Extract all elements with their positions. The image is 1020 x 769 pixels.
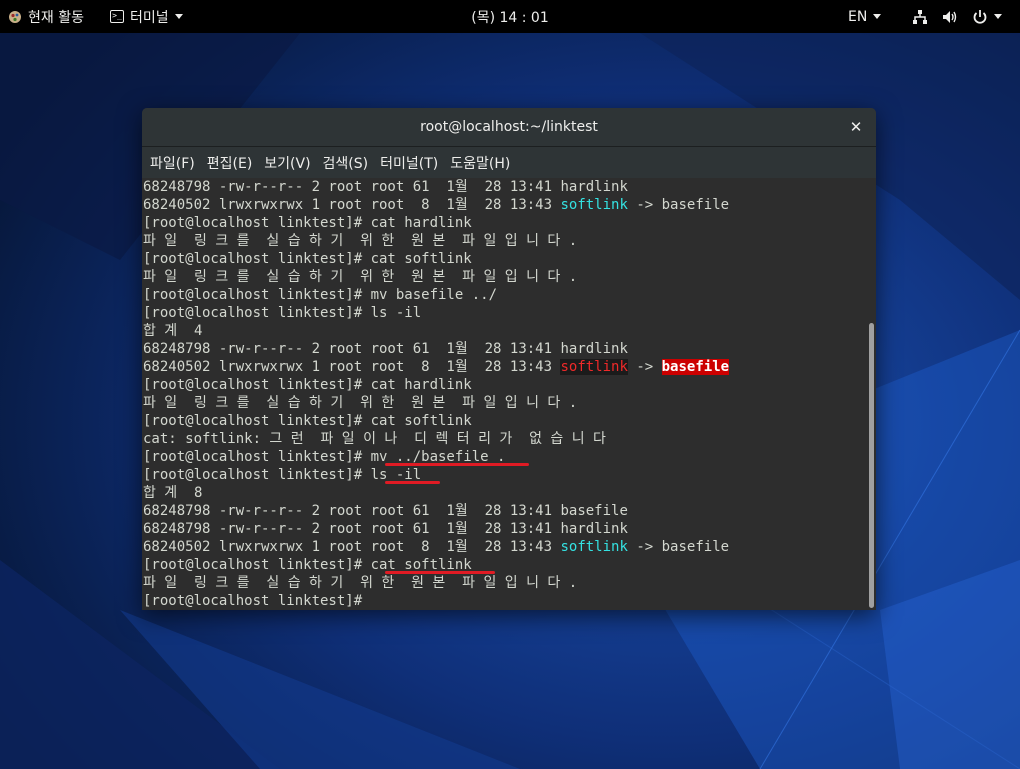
terminal-text: [root@localhost linktest]# mv basefile .… bbox=[143, 287, 498, 303]
terminal-line: 파 일 링 크 를 실 습 하 기 위 한 원 본 파 일 입 니 다 . bbox=[143, 232, 867, 250]
terminal-line: [root@localhost linktest]# bbox=[143, 592, 867, 610]
window-titlebar[interactable]: root@localhost:~/linktest ✕ bbox=[142, 108, 876, 147]
terminal-line: [root@localhost linktest]# cat softlink bbox=[143, 250, 867, 268]
terminal-line: [root@localhost linktest]# cat hardlink bbox=[143, 376, 867, 394]
activities-logo-icon bbox=[9, 10, 21, 23]
terminal-text: 합 계 4 bbox=[143, 323, 203, 339]
annotation-underline bbox=[385, 481, 440, 484]
app-menu-label: 터미널 bbox=[130, 9, 169, 26]
terminal-text: [root@localhost linktest]# bbox=[143, 593, 371, 609]
chevron-down-icon bbox=[994, 14, 1002, 19]
network-icon bbox=[913, 9, 927, 24]
terminal-text: [root@localhost linktest]# ls -il bbox=[143, 467, 422, 483]
menu-bar: 파일(F) 편집(E) 보기(V) 검색(S) 터미널(T) 도움말(H) bbox=[142, 147, 876, 179]
terminal-line: 68248798 -rw-r--r-- 2 root root 61 1월 28… bbox=[143, 178, 867, 196]
terminal-text: 파 일 링 크 를 실 습 하 기 위 한 원 본 파 일 입 니 다 . bbox=[143, 395, 578, 411]
menu-view[interactable]: 보기(V) bbox=[258, 153, 316, 173]
terminal-text: [root@localhost linktest]# cat softlink bbox=[143, 251, 472, 267]
close-button[interactable]: ✕ bbox=[846, 117, 866, 137]
terminal-text: 파 일 링 크 를 실 습 하 기 위 한 원 본 파 일 입 니 다 . bbox=[143, 233, 578, 249]
menu-search[interactable]: 검색(S) bbox=[317, 153, 375, 173]
app-menu[interactable]: >_ 터미널 bbox=[110, 0, 183, 33]
terminal-text: 68248798 -rw-r--r-- 2 root root 61 1월 28… bbox=[143, 179, 628, 195]
annotation-underline bbox=[385, 571, 495, 574]
activities-label: 현재 활동 bbox=[28, 9, 84, 26]
chevron-down-icon bbox=[174, 14, 183, 19]
terminal-line: 합 계 8 bbox=[143, 484, 867, 502]
terminal-line: 파 일 링 크 를 실 습 하 기 위 한 원 본 파 일 입 니 다 . bbox=[143, 268, 867, 286]
activities-button[interactable]: 현재 활동 bbox=[8, 0, 84, 33]
terminal-line: [root@localhost linktest]# cat softlink bbox=[143, 556, 867, 574]
volume-icon bbox=[943, 10, 957, 23]
close-icon: ✕ bbox=[849, 118, 863, 136]
clock[interactable]: (목) 14 : 01 bbox=[471, 7, 549, 27]
menu-edit[interactable]: 편집(E) bbox=[201, 153, 259, 173]
terminal-line: [root@localhost linktest]# mv basefile .… bbox=[143, 286, 867, 304]
terminal-cursor bbox=[371, 593, 372, 608]
terminal-line: 파 일 링 크 를 실 습 하 기 위 한 원 본 파 일 입 니 다 . bbox=[143, 394, 867, 412]
annotation-underline bbox=[385, 463, 529, 466]
terminal-line: 68240502 lrwxrwxrwx 1 root root 8 1월 28 … bbox=[143, 538, 867, 556]
terminal-line: 68248798 -rw-r--r-- 2 root root 61 1월 28… bbox=[143, 520, 867, 538]
broken-symlink-name: softlink bbox=[560, 359, 628, 375]
terminal-text: 68240502 lrwxrwxrwx 1 root root 8 1월 28 … bbox=[143, 359, 561, 375]
terminal-line: 68248798 -rw-r--r-- 2 root root 61 1월 28… bbox=[143, 340, 867, 358]
window-title: root@localhost:~/linktest bbox=[420, 119, 598, 135]
terminal-text: [root@localhost linktest]# cat hardlink bbox=[143, 215, 472, 231]
symlink-name: softlink bbox=[560, 539, 628, 555]
terminal-line: [root@localhost linktest]# ls -il bbox=[143, 304, 867, 322]
terminal-line: 파 일 링 크 를 실 습 하 기 위 한 원 본 파 일 입 니 다 . bbox=[143, 574, 867, 592]
terminal-line: [root@localhost linktest]# cat softlink bbox=[143, 412, 867, 430]
language-selector[interactable]: EN bbox=[848, 0, 882, 33]
terminal-text: [root@localhost linktest]# cat hardlink bbox=[143, 377, 472, 393]
terminal-text: 68248798 -rw-r--r-- 2 root root 61 1월 28… bbox=[143, 521, 628, 537]
terminal-text: 합 계 8 bbox=[143, 485, 203, 501]
terminal-text: -> basefile bbox=[627, 197, 730, 213]
terminal-window: root@localhost:~/linktest ✕ 파일(F) 편집(E) … bbox=[142, 108, 876, 610]
terminal-text: 68248798 -rw-r--r-- 2 root root 61 1월 28… bbox=[143, 503, 628, 519]
terminal-line: 합 계 4 bbox=[143, 322, 867, 340]
terminal-text: 68240502 lrwxrwxrwx 1 root root 8 1월 28 … bbox=[143, 539, 561, 555]
terminal-text: 파 일 링 크 를 실 습 하 기 위 한 원 본 파 일 입 니 다 . bbox=[143, 269, 578, 285]
terminal-icon: >_ bbox=[110, 10, 124, 23]
terminal-text: [root@localhost linktest]# ls -il bbox=[143, 305, 422, 321]
terminal-line: 68240502 lrwxrwxrwx 1 root root 8 1월 28 … bbox=[143, 196, 867, 214]
terminal-text: 파 일 링 크 를 실 습 하 기 위 한 원 본 파 일 입 니 다 . bbox=[143, 575, 578, 591]
terminal-text: [root@localhost linktest]# cat softlink bbox=[143, 413, 472, 429]
scrollbar-thumb[interactable] bbox=[869, 323, 874, 608]
terminal-line: 68248798 -rw-r--r-- 2 root root 61 1월 28… bbox=[143, 502, 867, 520]
terminal-text: 68248798 -rw-r--r-- 2 root root 61 1월 28… bbox=[143, 341, 628, 357]
terminal-output[interactable]: 68248798 -rw-r--r-- 2 root root 61 1월 28… bbox=[142, 178, 867, 610]
menu-help[interactable]: 도움말(H) bbox=[444, 153, 516, 173]
terminal-line: 68240502 lrwxrwxrwx 1 root root 8 1월 28 … bbox=[143, 358, 867, 376]
scrollbar[interactable] bbox=[866, 178, 876, 610]
terminal-line: [root@localhost linktest]# ls -il bbox=[143, 466, 867, 484]
power-icon bbox=[973, 9, 987, 24]
system-menu[interactable] bbox=[912, 0, 1002, 33]
symlink-name: softlink bbox=[560, 197, 628, 213]
chevron-down-icon bbox=[873, 14, 882, 19]
terminal-text: cat: softlink: 그 런 파 일 이 나 디 렉 터 리 가 없 습… bbox=[143, 431, 606, 447]
terminal-text: -> basefile bbox=[627, 539, 730, 555]
language-label: EN bbox=[848, 8, 868, 25]
missing-target-name: basefile bbox=[661, 359, 730, 375]
menu-file[interactable]: 파일(F) bbox=[144, 153, 201, 173]
top-bar: 현재 활동 >_ 터미널 (목) 14 : 01 EN bbox=[0, 0, 1020, 33]
terminal-line: cat: softlink: 그 런 파 일 이 나 디 렉 터 리 가 없 습… bbox=[143, 430, 867, 448]
terminal-text: -> bbox=[627, 359, 662, 375]
menu-terminal[interactable]: 터미널(T) bbox=[374, 153, 444, 173]
terminal-line: [root@localhost linktest]# cat hardlink bbox=[143, 214, 867, 232]
terminal-text: 68240502 lrwxrwxrwx 1 root root 8 1월 28 … bbox=[143, 197, 561, 213]
